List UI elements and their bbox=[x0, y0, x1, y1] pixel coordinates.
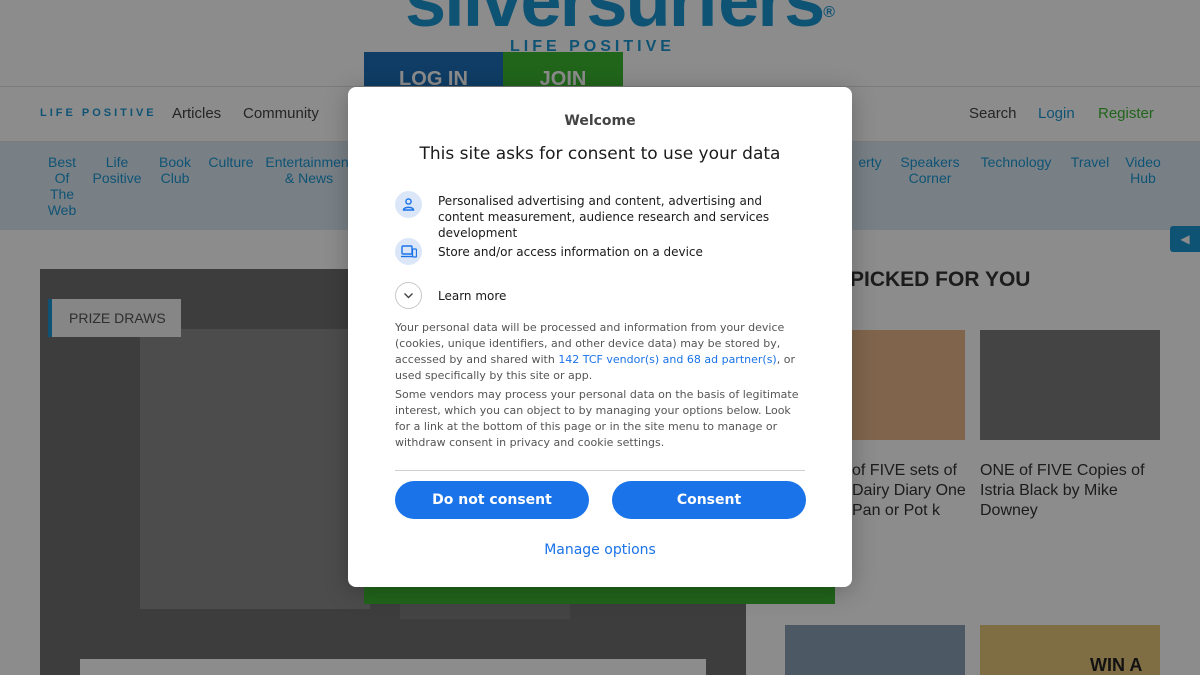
purpose-text: Store and/or access information on a dev… bbox=[438, 245, 703, 259]
chevron-down-icon[interactable] bbox=[395, 282, 422, 309]
legitimate-interest-paragraph: Some vendors may process your personal d… bbox=[395, 388, 799, 449]
vendors-link[interactable]: 142 TCF vendor(s) and 68 ad partner(s) bbox=[558, 353, 776, 366]
learn-more-label[interactable]: Learn more bbox=[438, 288, 798, 304]
dialog-divider bbox=[395, 470, 805, 471]
purpose-text: Personalised advertising and content, ad… bbox=[438, 194, 770, 240]
dialog-welcome-label: Welcome bbox=[564, 113, 636, 129]
person-icon bbox=[395, 191, 422, 218]
dialog-title: This site asks for consent to use your d… bbox=[419, 144, 781, 164]
devices-icon bbox=[395, 238, 422, 265]
consent-dialog: Welcome This site asks for consent to us… bbox=[348, 87, 852, 587]
manage-options-link[interactable]: Manage options bbox=[348, 542, 852, 558]
do-not-consent-button[interactable]: Do not consent bbox=[395, 481, 589, 519]
data-processing-paragraph: Your personal data will be processed and… bbox=[395, 320, 807, 384]
consent-button[interactable]: Consent bbox=[612, 481, 806, 519]
